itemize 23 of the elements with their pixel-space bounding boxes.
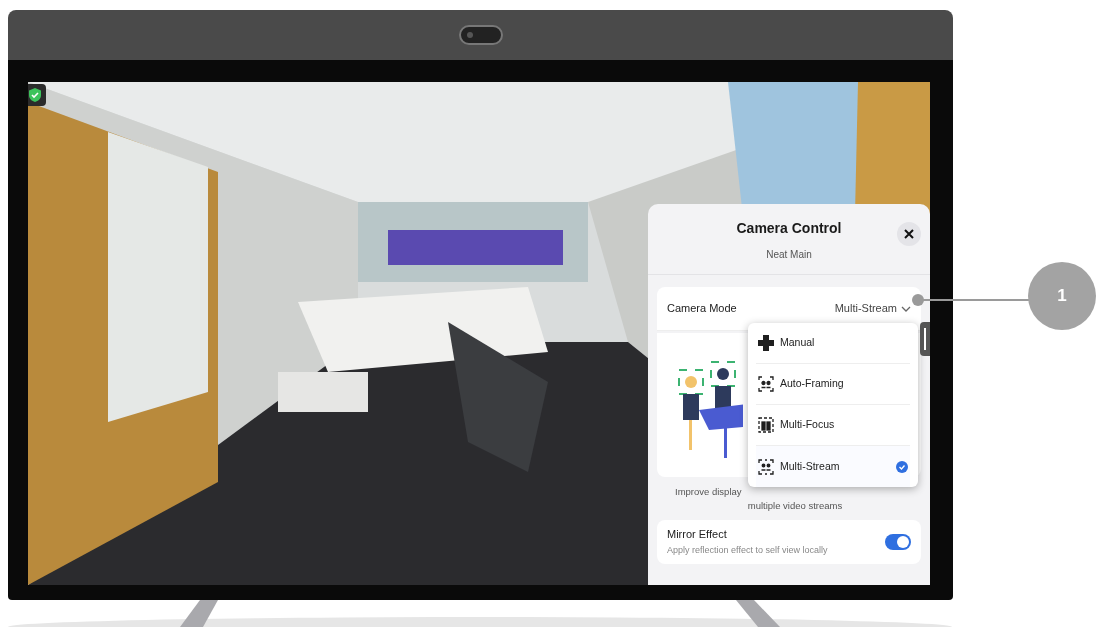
mirror-effect-toggle[interactable] [885,533,911,550]
people-frame-icon [758,376,774,392]
shield-icon [28,84,46,106]
panel-title: Camera Control [736,219,842,238]
mirror-effect-description: Apply reflection effect to self view locally [667,544,828,557]
mode-description: multiple video streams [746,499,843,514]
mode-menu-item[interactable]: Manual [756,323,910,364]
check-icon [896,460,908,473]
camera-mode-label: Camera Mode [667,301,737,317]
camera-icon [458,25,503,45]
scrollbar-handle[interactable] [920,322,930,356]
cross-icon [758,335,774,351]
close-button[interactable] [897,222,921,246]
mode-menu-item[interactable]: Multi-Stream [756,446,910,487]
mode-description: Improve display [674,485,742,499]
chevron-down-icon [901,305,911,312]
panel-subtitle: Neat Main [766,248,812,262]
close-icon [904,229,914,239]
callout-badge: 1 [1028,262,1096,330]
people-frame-icon [758,417,774,433]
camera-mode-value: Multi-Stream [834,301,897,317]
people-frame-icon [758,458,774,475]
mirror-effect-title: Mirror Effect [667,526,728,542]
